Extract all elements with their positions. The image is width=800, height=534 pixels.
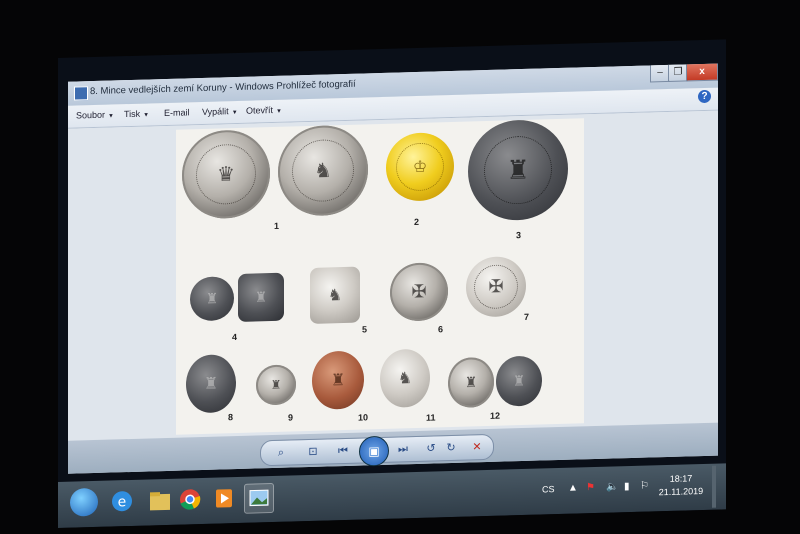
photo-viewer-app-icon <box>74 86 88 101</box>
menu-burn[interactable]: Vypálit ▼ <box>202 106 238 117</box>
castle-icon: ♜ <box>254 288 268 306</box>
coin-label: 10 <box>358 412 369 423</box>
castle-icon: ♜ <box>464 373 478 391</box>
network-icon[interactable]: ▮ <box>624 481 630 492</box>
castle-icon: ♜ <box>270 377 282 393</box>
coin-6: ✠ <box>390 262 448 322</box>
next-icon[interactable]: ⏭ <box>395 441 411 457</box>
image-viewport: ♛ ♞ 1 ♔ 2 ♜ 3 ♜ ♜ 4 ♞ 5 ✠ 6 ✠ 7 ♜ 8 ♜ 9 … <box>68 110 718 441</box>
delete-icon[interactable]: ✕ <box>469 439 485 455</box>
crown-icon: ♛ <box>217 163 235 187</box>
chevron-down-icon: ▼ <box>276 108 282 115</box>
maximize-button[interactable]: ❐ <box>668 64 688 82</box>
figures-icon: ♔ <box>412 158 428 177</box>
coin-label: 11 <box>426 412 436 423</box>
castle-icon: ♜ <box>512 372 526 389</box>
rotate-right-icon[interactable]: ↻ <box>443 440 459 456</box>
previous-icon[interactable]: ⏮ <box>335 443 351 459</box>
coin-label: 8 <box>228 412 234 423</box>
coin-3: ♜ <box>468 118 568 222</box>
clock-date: 21.11.2019 <box>658 485 704 498</box>
show-desktop-button[interactable] <box>712 465 716 508</box>
language-indicator[interactable]: CS <box>542 484 555 494</box>
coin-9: ♜ <box>256 364 296 406</box>
menu-email[interactable]: E-mail <box>164 107 190 118</box>
lion-icon: ♞ <box>397 370 413 388</box>
chevron-down-icon: ▼ <box>231 109 238 117</box>
photo-viewer-taskbar-icon[interactable] <box>244 482 274 514</box>
internet-explorer-icon[interactable]: e <box>108 487 136 516</box>
rotate-left-icon[interactable]: ↺ <box>423 440 439 456</box>
action-center-icon[interactable]: ⚑ <box>586 482 595 493</box>
coin-label: 4 <box>232 331 238 343</box>
window-title: 8. Mince vedlejších zemí Koruny - Window… <box>90 78 356 98</box>
castle-icon: ♜ <box>506 154 530 185</box>
menu-file[interactable]: Soubor ▼ <box>76 109 114 121</box>
show-hidden-icons-icon[interactable]: ▲ <box>568 482 578 493</box>
coin-1-obverse: ♛ <box>182 129 270 220</box>
coin-1-reverse: ♞ <box>278 124 368 217</box>
coin-label: 6 <box>438 324 444 335</box>
coin-2: ♔ <box>386 131 454 202</box>
taskbar: e CS ▲ ⚑ 🔈 ▮ ⚐ 18:17 21.11.2019 <box>58 463 726 528</box>
coin-label: 9 <box>288 412 294 423</box>
menu-open[interactable]: Otevřít ▼ <box>246 105 282 116</box>
coin-11: ♞ <box>380 348 430 409</box>
chevron-down-icon: ▼ <box>143 112 150 119</box>
coin-label: 12 <box>490 410 501 421</box>
slideshow-icon[interactable]: ▣ <box>359 435 389 467</box>
coin-label: 2 <box>414 216 420 228</box>
media-player-icon[interactable] <box>210 484 238 513</box>
svg-text:e: e <box>118 494 127 510</box>
coin-8: ♜ <box>186 354 236 414</box>
coin-12-reverse: ♜ <box>496 355 542 407</box>
close-button[interactable]: x <box>686 63 718 82</box>
actual-size-icon[interactable]: ⊡ <box>305 444 321 460</box>
lion-icon: ♞ <box>327 287 343 305</box>
coin-10: ♜ <box>312 350 364 410</box>
coin-7: ✠ <box>466 255 526 318</box>
coin-label: 1 <box>274 220 280 231</box>
photo-viewer-window: 8. Mince vedlejších zemí Koruny - Window… <box>68 63 718 474</box>
file-explorer-icon[interactable] <box>146 486 174 515</box>
chrome-icon[interactable] <box>176 485 204 514</box>
coin-5: ♞ <box>310 266 360 324</box>
eagle-icon: ✠ <box>488 276 504 297</box>
coin-12-obverse: ♜ <box>448 356 494 409</box>
coin-photograph: ♛ ♞ 1 ♔ 2 ♜ 3 ♜ ♜ 4 ♞ 5 ✠ 6 ✠ 7 ♜ 8 ♜ 9 … <box>176 118 584 435</box>
menu-print[interactable]: Tisk ▼ <box>124 108 149 119</box>
start-button[interactable] <box>70 487 98 517</box>
coin-4-obverse: ♜ <box>190 276 234 322</box>
monitor-screen: 8. Mince vedlejších zemí Koruny - Window… <box>58 39 726 529</box>
speaker-icon[interactable]: 🔈 <box>606 481 618 492</box>
minimize-button[interactable]: – <box>650 64 670 83</box>
castle-icon: ♜ <box>205 290 219 307</box>
coin-4-reverse: ♜ <box>238 272 284 322</box>
castle-icon: ♜ <box>330 371 346 390</box>
coin-label: 7 <box>524 311 530 322</box>
coin-label: 5 <box>362 324 368 335</box>
eagle-icon: ✠ <box>411 281 427 302</box>
castle-icon: ♜ <box>203 375 219 393</box>
lion-icon: ♞ <box>314 159 332 183</box>
coin-label: 3 <box>516 230 522 241</box>
flag-icon[interactable]: ⚐ <box>640 480 649 491</box>
clock[interactable]: 18:17 21.11.2019 <box>656 472 706 499</box>
magnifier-icon[interactable]: ⌕ <box>273 445 289 461</box>
chevron-down-icon: ▼ <box>108 113 114 120</box>
